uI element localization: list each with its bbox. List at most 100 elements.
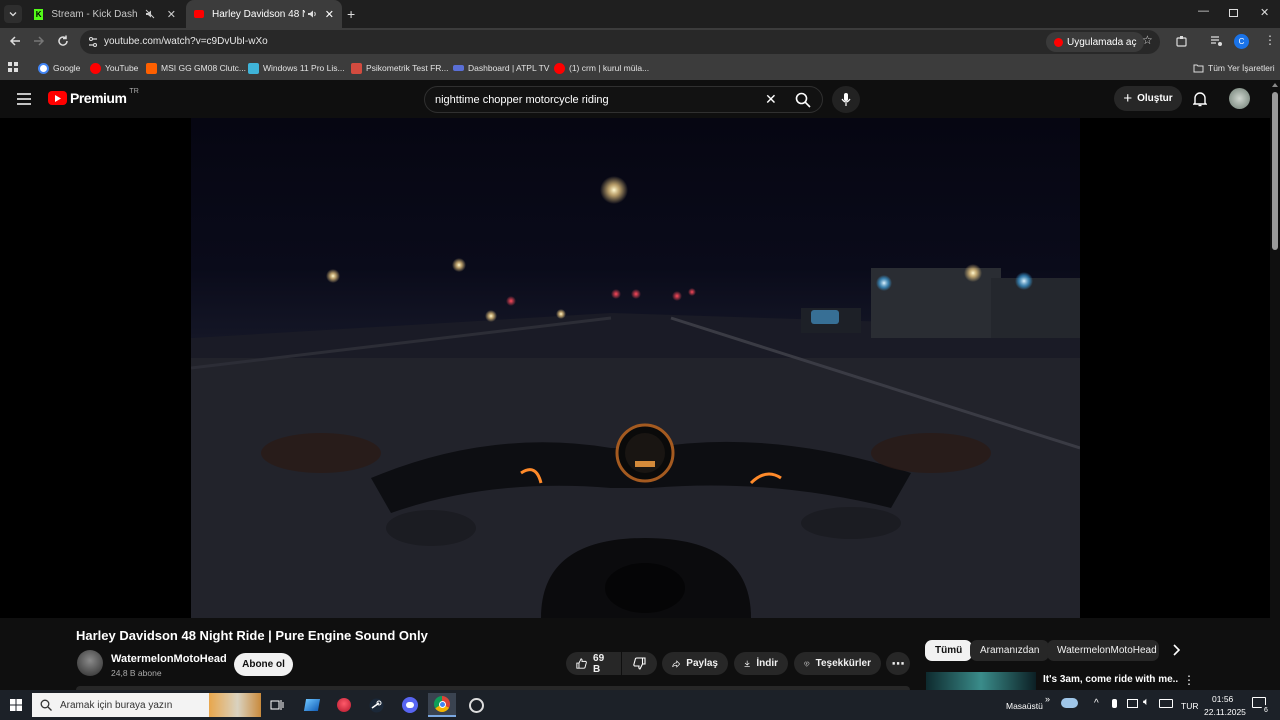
share-label: Paylaş	[686, 658, 718, 669]
volume-icon[interactable]: 🔈︎	[1143, 696, 1150, 709]
video-title: Harley Davidson 48 Night Ride | Pure Eng…	[76, 628, 428, 643]
tab-title: Harley Davidson 48 Night R	[212, 8, 305, 20]
microphone-tray-icon[interactable]	[1112, 699, 1117, 708]
open-in-app-button[interactable]: Uygulamada aç	[1046, 32, 1145, 52]
bookmark-crm[interactable]: (1) crm | kurul müla...	[554, 60, 649, 76]
search-box[interactable]: nighttime chopper motorcycle riding ✕	[424, 86, 823, 113]
taskbar-search-box[interactable]: Aramak için buraya yazın	[32, 693, 261, 717]
network-icon[interactable]	[1127, 699, 1138, 708]
all-bookmarks[interactable]: Tüm Yer İşaretleri	[1193, 60, 1275, 76]
plus-icon: +	[1123, 90, 1133, 107]
atpl-icon	[453, 65, 464, 71]
audio-playing-icon[interactable]	[307, 9, 317, 19]
profile-avatar[interactable]: C	[1234, 34, 1249, 49]
recommendation-menu-icon[interactable]: ⋮	[1183, 673, 1195, 687]
voice-search-button[interactable]	[832, 86, 860, 113]
clock-date[interactable]: 22.11.2025	[1204, 707, 1246, 717]
task-view-icon[interactable]	[263, 693, 291, 717]
bookmark-youtube[interactable]: YouTube	[90, 60, 138, 76]
share-button[interactable]: Paylaş	[662, 652, 728, 675]
recommendation-thumbnail[interactable]	[926, 672, 1036, 690]
mute-icon[interactable]	[145, 9, 155, 19]
tab-search-button[interactable]	[4, 5, 22, 23]
recommendation-title[interactable]: It's 3am, come ride with me..	[1043, 674, 1178, 685]
video-frame[interactable]	[191, 118, 1080, 618]
notifications-bell-icon[interactable]	[1193, 91, 1207, 107]
url-text[interactable]: youtube.com/watch?v=c9DvUbI-wXo	[104, 36, 268, 47]
subscribe-button[interactable]: Abone ol	[234, 653, 293, 676]
youtube-icon	[554, 62, 565, 74]
address-bar[interactable]: youtube.com/watch?v=c9DvUbI-wXo Uygulama…	[80, 30, 1160, 54]
dislike-button[interactable]	[622, 652, 657, 675]
search-input[interactable]: nighttime chopper motorcycle riding	[435, 94, 609, 106]
download-button[interactable]: İndir	[734, 652, 788, 675]
bookmark-psikometrik[interactable]: Psikometrik Test FR...	[351, 60, 449, 76]
chrome-icon[interactable]	[428, 693, 456, 717]
hamburger-menu-icon[interactable]	[17, 93, 31, 105]
super-thanks-icon	[804, 661, 810, 667]
forward-icon[interactable]	[32, 34, 46, 48]
page-scrollbar[interactable]	[1270, 80, 1280, 690]
download-icon	[744, 660, 750, 667]
bookmark-google[interactable]: Google	[38, 60, 80, 76]
bookmark-msi[interactable]: MSI GG GM08 Clutc...	[146, 60, 246, 76]
chip-from-search[interactable]: Aramanızdan	[970, 640, 1050, 661]
overflow-chevron-icon[interactable]: »	[1045, 694, 1050, 704]
bookmark-windows[interactable]: Windows 11 Pro Lis...	[248, 60, 345, 76]
chip-all[interactable]: Tümü	[925, 640, 973, 661]
chips-next-chevron-icon[interactable]	[1172, 644, 1180, 656]
input-language[interactable]: TUR	[1181, 701, 1198, 711]
windows-site-icon	[248, 62, 259, 74]
youtube-play-icon	[48, 91, 67, 105]
bookmarks-bar: Google YouTube MSI GG GM08 Clutc... Wind…	[0, 56, 1280, 80]
search-icon[interactable]	[795, 92, 811, 108]
more-actions-button[interactable]: ⋯	[886, 652, 910, 675]
close-tab-icon[interactable]: ✕	[325, 8, 334, 21]
chip-channel[interactable]: WatermelonMotoHead a	[1047, 640, 1159, 661]
desktop-label[interactable]: Masaüstü	[1006, 701, 1043, 711]
bookmark-atpl[interactable]: Dashboard | ATPL TV	[453, 60, 549, 76]
close-window-icon[interactable]: ✕	[1260, 6, 1269, 19]
share-icon	[672, 659, 681, 668]
youtube-premium-logo[interactable]: Premium TR	[48, 88, 139, 106]
steam-icon[interactable]	[362, 693, 390, 717]
discord-like-icon[interactable]	[396, 693, 424, 717]
windows-start-icon[interactable]	[2, 693, 30, 717]
media-control-icon[interactable]	[1210, 35, 1223, 47]
channel-avatar[interactable]	[77, 650, 103, 676]
psikometrik-icon	[351, 62, 362, 74]
youtube-icon	[90, 62, 101, 74]
scrollbar-thumb[interactable]	[1272, 92, 1278, 250]
avatar[interactable]	[1229, 88, 1250, 109]
back-icon[interactable]	[8, 34, 22, 48]
like-button[interactable]: 69 B	[566, 652, 621, 675]
bookmark-star-icon[interactable]: ☆	[1142, 33, 1153, 47]
thanks-button[interactable]: Teşekkürler	[794, 652, 881, 675]
extensions-icon[interactable]	[1176, 35, 1188, 47]
create-button[interactable]: + Oluştur	[1114, 86, 1182, 111]
keyboard-icon[interactable]	[1159, 699, 1173, 708]
taskbar-app-red-icon[interactable]	[330, 693, 358, 717]
clear-search-icon[interactable]: ✕	[765, 91, 777, 108]
tab-youtube-video[interactable]: Harley Davidson 48 Night R ✕	[186, 0, 342, 28]
weather-cloud-icon[interactable]	[1061, 698, 1078, 708]
reload-icon[interactable]	[56, 34, 70, 48]
bookmark-label: Windows 11 Pro Lis...	[263, 63, 345, 73]
browser-menu-icon[interactable]: ⋮	[1264, 33, 1276, 47]
show-hidden-icons-icon[interactable]: ^	[1094, 698, 1099, 709]
bookmark-label: Psikometrik Test FR...	[366, 63, 449, 73]
scroll-up-arrow-icon[interactable]	[1272, 83, 1278, 87]
new-tab-button[interactable]: +	[347, 6, 355, 22]
channel-name[interactable]: WatermelonMotoHead	[111, 653, 227, 665]
clock-time[interactable]: 01:56	[1212, 694, 1233, 704]
site-info-icon[interactable]	[87, 36, 99, 48]
restore-icon[interactable]	[1229, 9, 1238, 17]
apps-grid-icon[interactable]	[8, 62, 19, 73]
close-tab-icon[interactable]: ✕	[167, 8, 176, 21]
taskbar-app-blue-icon[interactable]	[298, 693, 326, 717]
taskbar-app-outline-icon[interactable]	[462, 693, 490, 717]
minimize-icon[interactable]: —	[1198, 5, 1209, 17]
tab-title: Stream - Kick Dashboard	[51, 8, 137, 20]
video-player[interactable]	[0, 118, 1270, 632]
tab-kick-dashboard[interactable]: K Stream - Kick Dashboard ✕	[26, 2, 184, 26]
